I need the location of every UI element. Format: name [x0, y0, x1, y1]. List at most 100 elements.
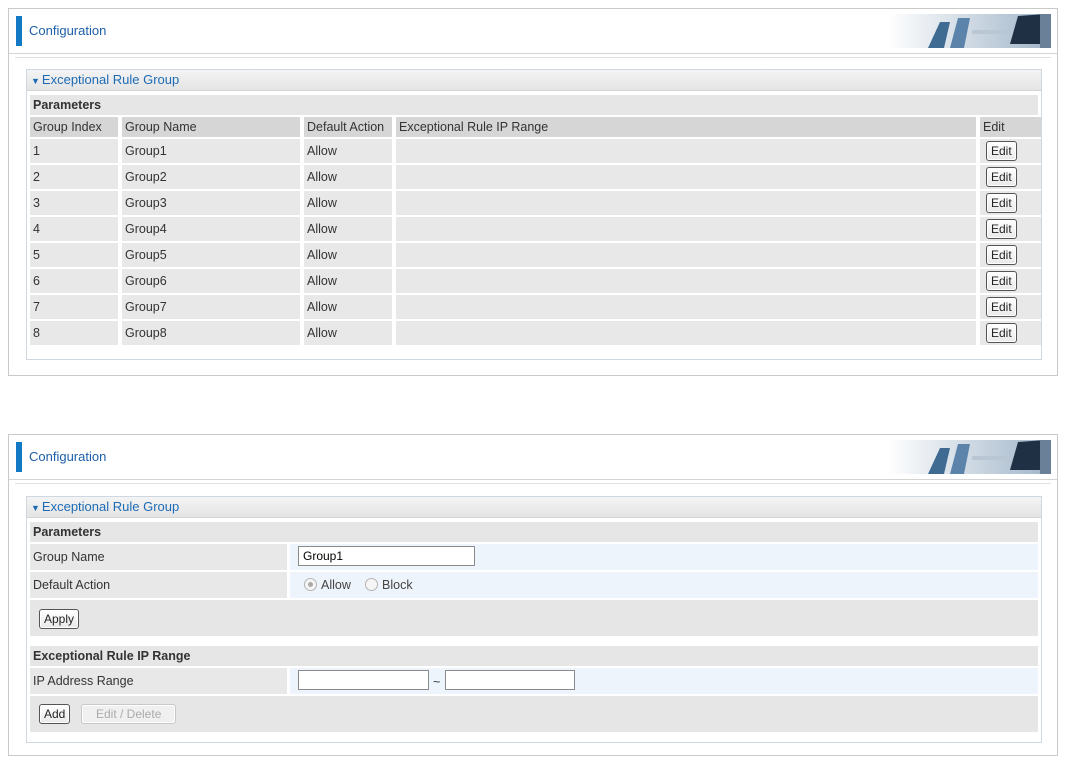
default-action-cell: Allow — [304, 269, 392, 293]
group-name-cell: Group2 — [122, 165, 300, 189]
edit-cell: Edit — [980, 139, 1041, 163]
header-divider — [15, 483, 1051, 484]
group-name-cell: Group4 — [122, 217, 300, 241]
group-index-cell: 5 — [30, 243, 118, 267]
table-header-row: Group Index Group Name Default Action Ex… — [30, 117, 1041, 137]
edit-cell: Edit — [980, 295, 1041, 319]
default-action-label: Default Action — [30, 572, 287, 598]
col-header-default-action: Default Action — [304, 117, 392, 137]
ip-address-range-label: IP Address Range — [30, 668, 287, 694]
ip-range-cell — [396, 139, 976, 163]
col-header-ip-range: Exceptional Rule IP Range — [396, 117, 976, 137]
panel-title: Configuration — [29, 23, 107, 38]
collapse-triangle-icon: ▼ — [31, 76, 40, 86]
group-name-cell: Group3 — [122, 191, 300, 215]
default-action-cell: Allow — [304, 295, 392, 319]
group-name-cell: Group6 — [122, 269, 300, 293]
group-index-cell: 6 — [30, 269, 118, 293]
panel-title: Configuration — [29, 449, 107, 464]
ip-range-end-input[interactable] — [445, 670, 575, 690]
group-name-cell: Group7 — [122, 295, 300, 319]
edit-cell: Edit — [980, 165, 1041, 189]
collapse-triangle-icon: ▼ — [31, 503, 40, 513]
ip-range-cell — [396, 191, 976, 215]
section-title[interactable]: ▼ Exceptional Rule Group — [27, 70, 1041, 91]
ip-range-cell — [396, 165, 976, 189]
table-row: 3 Group3 Allow Edit — [30, 191, 1041, 215]
default-action-cell: Allow — [304, 321, 392, 345]
col-header-group-index: Group Index — [30, 117, 118, 137]
ip-range-heading: Exceptional Rule IP Range — [30, 646, 1038, 666]
edit-cell: Edit — [980, 243, 1041, 267]
block-radio-label: Block — [382, 578, 413, 592]
edit-button[interactable]: Edit — [986, 141, 1017, 161]
ip-address-range-row: IP Address Range ~ — [30, 668, 1038, 694]
edit-button[interactable]: Edit — [986, 167, 1017, 187]
edit-cell: Edit — [980, 217, 1041, 241]
edit-button[interactable]: Edit — [986, 245, 1017, 265]
section-title-text: Exceptional Rule Group — [41, 72, 180, 87]
office-banner-icon — [888, 14, 1051, 48]
table-row: 8 Group8 Allow Edit — [30, 321, 1041, 345]
group-index-cell: 4 — [30, 217, 118, 241]
group-index-cell: 1 — [30, 139, 118, 163]
edit-button[interactable]: Edit — [986, 297, 1017, 317]
edit-button[interactable]: Edit — [986, 219, 1017, 239]
table-row: 6 Group6 Allow Edit — [30, 269, 1041, 293]
edit-button[interactable]: Edit — [986, 271, 1017, 291]
parameters-heading: Parameters — [30, 95, 1038, 115]
ip-range-cell — [396, 269, 976, 293]
edit-button[interactable]: Edit — [986, 323, 1017, 343]
add-button-bar: Add Edit / Delete — [30, 696, 1038, 732]
group-index-cell: 2 — [30, 165, 118, 189]
ip-range-cell — [396, 295, 976, 319]
header-divider — [15, 57, 1051, 58]
allow-radio[interactable] — [304, 578, 317, 591]
table-row: 7 Group7 Allow Edit — [30, 295, 1041, 319]
table-row: 1 Group1 Allow Edit — [30, 139, 1041, 163]
group-index-cell: 8 — [30, 321, 118, 345]
accent-bar — [16, 16, 22, 46]
group-index-cell: 7 — [30, 295, 118, 319]
configuration-panel-group-list: Configuration ▼ Exceptional Rule Group Pa… — [8, 8, 1058, 376]
apply-button[interactable]: Apply — [39, 609, 80, 629]
parameters-heading: Parameters — [30, 522, 1038, 542]
ip-range-start-input[interactable] — [298, 670, 429, 690]
allow-radio-label: Allow — [321, 578, 351, 592]
group-name-row: Group Name — [30, 544, 1038, 570]
table-row: 2 Group2 Allow Edit — [30, 165, 1041, 189]
edit-cell: Edit — [980, 269, 1041, 293]
office-banner-icon — [888, 440, 1051, 474]
block-radio[interactable] — [365, 578, 378, 591]
accent-bar — [16, 442, 22, 472]
group-name-label: Group Name — [30, 544, 287, 570]
group-index-cell: 3 — [30, 191, 118, 215]
group-table: Parameters Group Index Group Name Defaul… — [30, 95, 1041, 345]
panel-header: Configuration — [9, 435, 1057, 480]
edit-cell: Edit — [980, 191, 1041, 215]
exceptional-rule-group-form: ▼ Exceptional Rule Group Parameters Group… — [26, 496, 1042, 743]
ip-range-cell — [396, 217, 976, 241]
ip-address-range-value-cell: ~ — [290, 668, 1038, 694]
edit-delete-button[interactable]: Edit / Delete — [81, 704, 177, 724]
default-action-cell: Allow — [304, 165, 392, 189]
group-name-cell: Group8 — [122, 321, 300, 345]
default-action-cell: Allow — [304, 243, 392, 267]
section-title[interactable]: ▼ Exceptional Rule Group — [27, 497, 1041, 518]
edit-button[interactable]: Edit — [986, 193, 1017, 213]
default-action-cell: Allow — [304, 191, 392, 215]
add-button[interactable]: Add — [39, 704, 71, 724]
col-header-group-name: Group Name — [122, 117, 300, 137]
group-name-cell: Group1 — [122, 139, 300, 163]
table-row: 4 Group4 Allow Edit — [30, 217, 1041, 241]
configuration-panel-group-edit: Configuration ▼ Exceptional Rule Group Pa… — [8, 434, 1058, 756]
group-form: Parameters Group Name Default Action All… — [30, 522, 1038, 732]
default-action-row: Default Action Allow Block — [30, 572, 1038, 598]
group-name-value-cell — [290, 544, 1038, 570]
edit-cell: Edit — [980, 321, 1041, 345]
ip-range-cell — [396, 243, 976, 267]
group-name-input[interactable] — [298, 546, 475, 566]
ip-range-cell — [396, 321, 976, 345]
table-row: 5 Group5 Allow Edit — [30, 243, 1041, 267]
range-separator: ~ — [433, 675, 441, 689]
